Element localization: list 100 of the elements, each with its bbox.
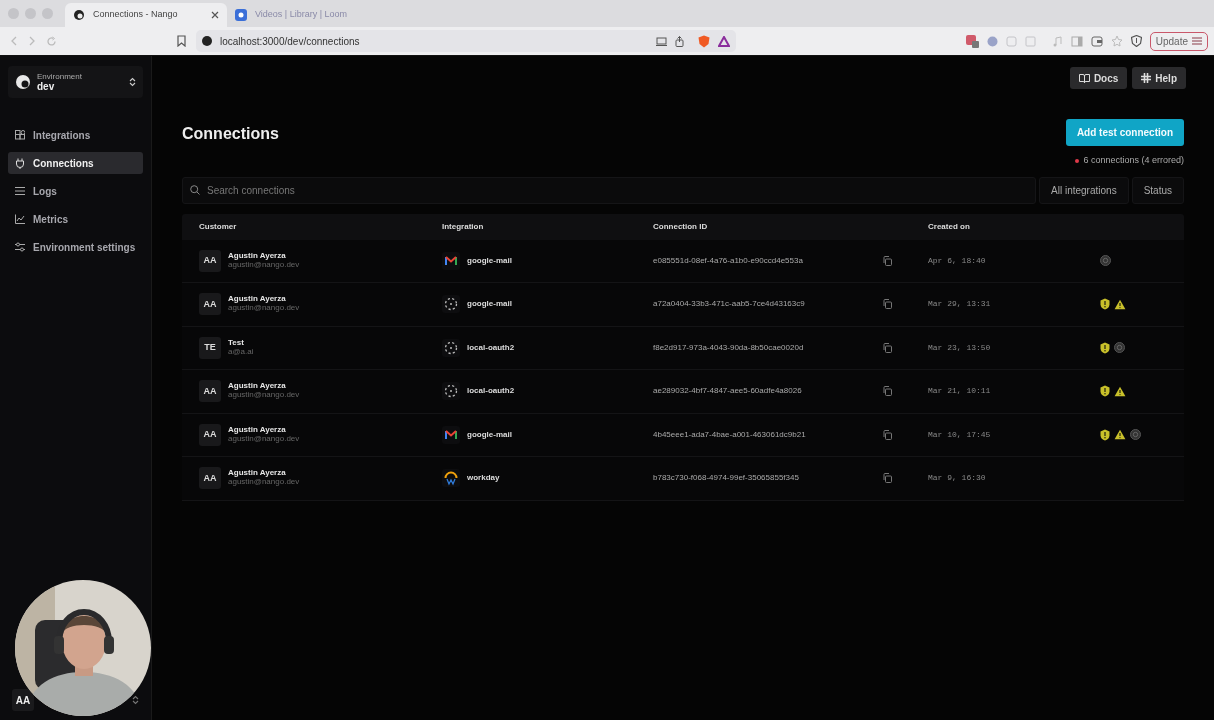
share-icon[interactable] (675, 35, 684, 47)
created-date: Apr 6, 18:40 (928, 254, 987, 267)
hash-icon (1141, 73, 1152, 83)
browser-tab[interactable]: Connections - Nango (65, 3, 227, 27)
help-button[interactable]: Help (1132, 67, 1186, 89)
column-header: Created on (928, 220, 971, 233)
sidebar-item[interactable]: Metrics (8, 208, 143, 230)
plug-icon (15, 157, 25, 169)
avatar: TE (199, 336, 221, 359)
integration-name: workday (467, 472, 500, 485)
integration-name: local-oauth2 (467, 341, 515, 354)
connection-id: a72a0404-33b3-471c-aab5-7ce4d43163c9 (653, 298, 806, 311)
chart-icon (15, 213, 25, 225)
update-button[interactable]: Update (1149, 31, 1208, 51)
copy-icon[interactable] (883, 429, 892, 440)
avatar: AA (199, 423, 221, 446)
connection-id: f8e2d917-973a-4043-90da-8b50cae0020d (653, 341, 805, 354)
site-info-icon (202, 36, 212, 46)
shield-icon[interactable] (1130, 35, 1142, 47)
column-header: Connection ID (653, 220, 709, 233)
error-dot-icon (1075, 158, 1080, 163)
sliders-icon (15, 241, 25, 253)
created-date: Mar 23, 13:50 (928, 341, 992, 354)
dashed-circle-icon (442, 338, 460, 357)
envelope-icon (442, 251, 460, 270)
integration-name: google-mail (467, 254, 512, 267)
sidebar-item[interactable]: Logs (8, 180, 143, 202)
customer-name: Test (228, 338, 245, 348)
customer-name: Agustin Ayerza (228, 425, 286, 434)
book-icon (1078, 73, 1090, 83)
created-date: Mar 21, 10:11 (928, 385, 992, 398)
column-header: Customer (199, 220, 238, 233)
avatar: AA (199, 467, 221, 490)
workday-icon (442, 469, 460, 488)
environment-name: dev (37, 81, 56, 92)
integration-name: local-oauth2 (467, 385, 515, 398)
connection-id: e085551d-08ef-4a76-a1b0-e90ccd4e553a (653, 254, 804, 267)
customer-email: agustin@nango.dev (228, 304, 300, 314)
sidebar-icon[interactable] (1070, 35, 1083, 47)
bookmark-icon[interactable] (177, 35, 186, 47)
wallet-icon[interactable] (1090, 35, 1103, 47)
page-title: Connections (182, 124, 279, 144)
customer-email: agustin@nango.dev (228, 478, 300, 488)
sidebar-item[interactable]: Environment settings (8, 236, 143, 258)
tab-title: Videos | Library | Loom (255, 8, 349, 22)
address-bar[interactable]: localhost:3000/dev/connections (196, 30, 736, 52)
chevron-updown-icon (129, 77, 136, 87)
avatar: AA (199, 293, 221, 316)
swirl-icon (73, 9, 85, 21)
url-text: localhost:3000/dev/connections (220, 34, 361, 49)
docs-button[interactable]: Docs (1069, 67, 1128, 89)
sidebar-item[interactable]: Integrations (8, 124, 143, 146)
environment-selector[interactable]: Environment dev (8, 66, 143, 98)
dashed-circle-icon (442, 382, 460, 401)
customer-name: Agustin Ayerza (228, 382, 287, 392)
customer-name: Agustin Ayerza (228, 469, 287, 479)
column-header: Integration (442, 220, 485, 233)
created-date: Mar 10, 17:45 (928, 428, 992, 441)
search-field[interactable]: Search connections (182, 176, 1037, 204)
triangle-icon[interactable] (718, 35, 730, 47)
sidebar-item[interactable]: Connections (8, 152, 143, 174)
avatar: AA (199, 380, 221, 403)
connection-count: 6 connections (4 errored) (1083, 154, 1184, 167)
user-avatar: AA (12, 689, 34, 711)
extension-icon[interactable] (965, 34, 979, 48)
customer-name: Agustin Ayerza (228, 251, 286, 260)
screen-icon[interactable] (656, 36, 667, 46)
list-icon (15, 185, 25, 197)
connection-id: 4b45eee1-ada7-4bae-a001-463061dc9b21 (653, 428, 807, 441)
swirl-icon (15, 74, 31, 90)
star-icon[interactable] (1110, 35, 1123, 47)
copy-icon[interactable] (883, 255, 892, 266)
customer-email: agustin@nango.dev (228, 434, 300, 444)
integration-name: google-mail (467, 298, 512, 311)
close-icon[interactable] (211, 11, 219, 19)
environment-label: Environment (37, 72, 83, 81)
integration-name: google-mail (467, 428, 512, 441)
copy-icon[interactable] (883, 299, 892, 310)
customer-name: Agustin Ayerza (228, 295, 287, 305)
shield-icon[interactable] (698, 34, 710, 48)
filter-button[interactable]: Status (1131, 176, 1184, 204)
copy-icon[interactable] (883, 342, 892, 353)
app-icon (235, 9, 247, 21)
customer-email: agustin@nango.dev (228, 260, 300, 270)
chevron-updown-icon (132, 695, 139, 705)
menu-icon (1192, 37, 1202, 45)
created-date: Mar 9, 16:30 (928, 472, 987, 485)
avatar: AA (199, 249, 221, 272)
created-date: Mar 29, 13:31 (928, 298, 992, 311)
tab-title: Connections - Nango (93, 8, 179, 22)
copy-icon[interactable] (883, 473, 892, 484)
dashed-circle-icon (442, 295, 460, 314)
search-icon (190, 184, 200, 195)
blocks-icon (15, 129, 25, 141)
filter-button[interactable]: All integrations (1039, 176, 1129, 204)
extension-icon[interactable] (986, 35, 998, 47)
customer-email: agustin@nango.dev (228, 391, 300, 401)
copy-icon[interactable] (883, 386, 892, 397)
connection-id: ae289032-4bf7-4847-aee5-60adfe4a8026 (653, 385, 803, 398)
envelope-icon (442, 425, 460, 444)
